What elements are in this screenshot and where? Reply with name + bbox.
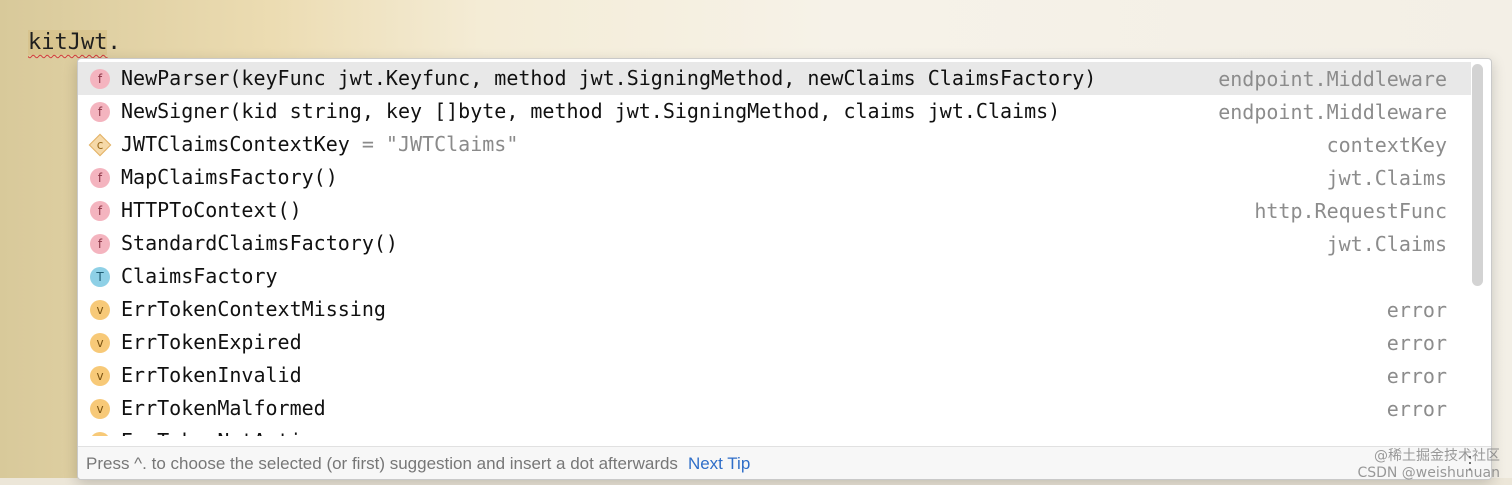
completion-item[interactable]: v ErrTokenInvalid error bbox=[78, 359, 1471, 392]
watermark-line-2: CSDN @weishunuan bbox=[1357, 465, 1500, 481]
completion-item-name: ErrTokenContextMissing bbox=[121, 297, 386, 321]
completion-item-type: http.RequestFunc bbox=[1254, 199, 1447, 223]
completion-item-label: JWTClaimsContextKey = "JWTClaims" bbox=[121, 132, 518, 156]
completion-item-name: ClaimsFactory bbox=[121, 264, 278, 288]
completion-item[interactable]: f NewParser(keyFunc jwt.Keyfunc, method j… bbox=[78, 62, 1471, 95]
completion-item-label: ErrTokenNotActive bbox=[121, 429, 326, 436]
variable-icon: v bbox=[90, 366, 110, 386]
completion-item-label: MapClaimsFactory() bbox=[121, 165, 338, 189]
completion-item[interactable]: v ErrTokenExpired error bbox=[78, 326, 1471, 359]
function-icon: f bbox=[90, 168, 110, 188]
completion-item-type: jwt.Claims bbox=[1326, 232, 1447, 256]
completion-item-label: NewParser(keyFunc jwt.Keyfunc, method jw… bbox=[121, 66, 1096, 90]
completion-item-type: error bbox=[1386, 364, 1447, 388]
watermark-line-1: @稀土掘金技术社区 bbox=[1374, 448, 1500, 464]
completion-item-type: jwt.Claims bbox=[1326, 166, 1447, 190]
completion-item[interactable]: f MapClaimsFactory() jwt.Claims bbox=[78, 161, 1471, 194]
completion-item-type: error bbox=[1386, 397, 1447, 421]
completion-item-type: endpoint.Middleware bbox=[1218, 100, 1447, 124]
completion-item-name: ErrTokenNotActive bbox=[121, 429, 326, 436]
completion-list[interactable]: f NewParser(keyFunc jwt.Keyfunc, method j… bbox=[78, 59, 1491, 436]
completion-item[interactable]: T ClaimsFactory bbox=[78, 260, 1471, 293]
completion-item-label: ErrTokenMalformed bbox=[121, 396, 326, 420]
completion-item[interactable]: c JWTClaimsContextKey = "JWTClaims" contex… bbox=[78, 128, 1471, 161]
completion-item-label: ErrTokenContextMissing bbox=[121, 297, 386, 321]
completion-item-type: endpoint.Middleware bbox=[1218, 67, 1447, 91]
completion-popup[interactable]: f NewParser(keyFunc jwt.Keyfunc, method j… bbox=[77, 58, 1492, 480]
completion-item-value: = "JWTClaims" bbox=[349, 132, 519, 156]
completion-item-name: ErrTokenMalformed bbox=[121, 396, 326, 420]
completion-item[interactable]: f HTTPToContext() http.RequestFunc bbox=[78, 194, 1471, 227]
completion-item-label: StandardClaimsFactory() bbox=[121, 231, 398, 255]
completion-item[interactable]: v ErrTokenContextMissing error bbox=[78, 293, 1471, 326]
completion-item[interactable]: f NewSigner(kid string, key []byte, metho… bbox=[78, 95, 1471, 128]
completion-item-name: ErrTokenInvalid bbox=[121, 363, 302, 387]
variable-icon: v bbox=[90, 300, 110, 320]
completion-item-type: error bbox=[1386, 298, 1447, 322]
completion-footer: Press ^. to choose the selected (or firs… bbox=[78, 446, 1491, 479]
completion-item-label: NewSigner(kid string, key []byte, method… bbox=[121, 99, 1060, 123]
completion-item-type: error bbox=[1387, 430, 1447, 436]
next-tip-link[interactable]: Next Tip bbox=[688, 454, 750, 474]
completion-item[interactable]: f StandardClaimsFactory() jwt.Claims bbox=[78, 227, 1471, 260]
completion-item-name: HTTPToContext() bbox=[121, 198, 302, 222]
completion-item-type: error bbox=[1386, 331, 1447, 355]
code-line[interactable]: kitJwt. bbox=[28, 30, 121, 55]
completion-item-label: ErrTokenInvalid bbox=[121, 363, 302, 387]
function-icon: f bbox=[90, 102, 110, 122]
function-icon: f bbox=[90, 201, 110, 221]
footer-hint: Press ^. to choose the selected (or firs… bbox=[86, 453, 678, 473]
type-icon: T bbox=[90, 267, 110, 287]
completion-item-label: ClaimsFactory bbox=[121, 264, 278, 288]
watermark: @稀土掘金技术社区 CSDN @weishunuan bbox=[1357, 448, 1500, 482]
scrollbar-thumb[interactable] bbox=[1472, 64, 1483, 286]
identifier-text: kitJwt bbox=[28, 30, 108, 55]
completion-item-name: ErrTokenExpired bbox=[121, 330, 302, 354]
completion-item-name: StandardClaimsFactory() bbox=[121, 231, 398, 255]
variable-icon: v bbox=[90, 432, 110, 436]
completion-item-name: NewSigner(kid string, key []byte, method… bbox=[121, 99, 1061, 123]
completion-item[interactable]: v ErrTokenNotActive error bbox=[78, 425, 1471, 436]
constant-icon: c bbox=[90, 135, 110, 155]
dot-text: . bbox=[107, 30, 121, 55]
completion-item-type: contextKey bbox=[1326, 133, 1447, 157]
completion-item-name: JWTClaimsContextKey bbox=[121, 132, 350, 156]
completion-item-name: MapClaimsFactory() bbox=[121, 165, 338, 189]
completion-item-name: NewParser(keyFunc jwt.Keyfunc, method jw… bbox=[121, 66, 1097, 90]
variable-icon: v bbox=[90, 399, 110, 419]
function-icon: f bbox=[90, 234, 110, 254]
completion-item[interactable]: v ErrTokenMalformed error bbox=[78, 392, 1471, 425]
function-icon: f bbox=[90, 69, 110, 89]
variable-icon: v bbox=[90, 333, 110, 353]
completion-item-label: HTTPToContext() bbox=[121, 198, 302, 222]
completion-item-label: ErrTokenExpired bbox=[121, 330, 302, 354]
